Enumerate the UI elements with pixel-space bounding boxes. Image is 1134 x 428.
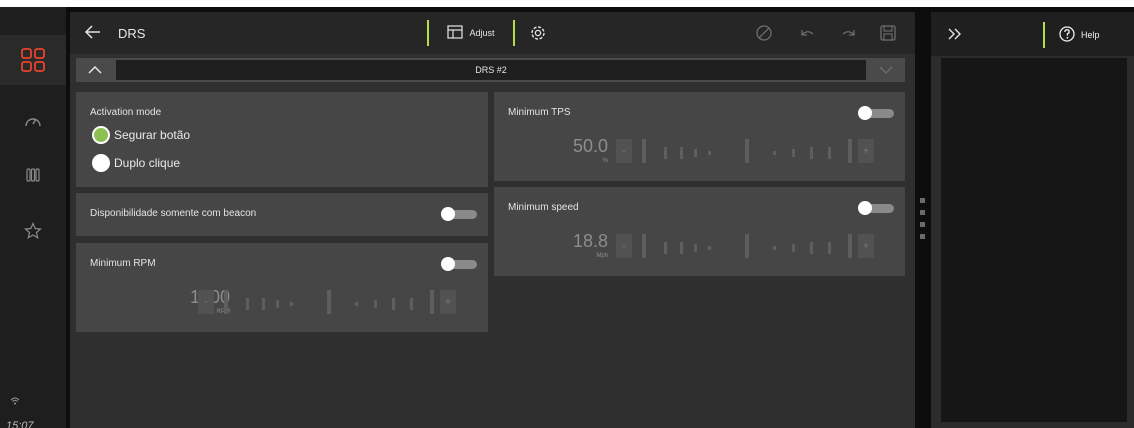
radio-unselected-icon [92,154,110,172]
min-tps-toggle[interactable] [858,106,894,120]
splitter-handle[interactable] [920,210,925,215]
speed-value-text: 18.8 [572,231,608,251]
drs-selector: DRS #2 [76,58,905,82]
splitter-handle[interactable] [920,234,925,239]
speed-plus-button[interactable]: + [858,234,874,258]
top-strip [0,0,1134,7]
beacon-label: Disponibilidade somente com beacon [90,208,257,219]
table-icon [447,25,464,41]
undo-icon[interactable] [798,24,816,42]
app-root: 15:07 DRS Adjust DRS #2 Activation mode … [0,0,1134,428]
help-content-area [941,58,1127,422]
toolbar: DRS Adjust [70,12,915,54]
help-label: Help [1081,30,1100,40]
gauge-icon[interactable] [0,101,66,141]
radio-double-label: Duplo clique [114,156,181,170]
gear-icon[interactable] [528,23,548,43]
min-tps-label: Minimum TPS [508,107,571,118]
radio-selected-icon [92,126,110,144]
back-arrow-icon[interactable] [84,23,102,41]
speed-unit: Mph [596,253,608,259]
disable-icon[interactable] [755,24,773,42]
splitter-handle[interactable] [920,198,925,203]
activation-mode-label: Activation mode [90,107,162,118]
question-circle-icon [1059,26,1075,44]
rpm-plus-button[interactable]: + [440,290,456,314]
double-chevron-right-icon[interactable] [947,26,963,42]
min-tps-card: Minimum TPS 50.0 % - + [494,92,905,181]
min-rpm-toggle[interactable] [441,257,477,271]
adjust-label: Adjust [469,28,495,38]
beacon-card: Disponibilidade somente com beacon [76,193,488,236]
min-speed-card: Minimum speed 18.8 Mph - + [494,187,905,276]
help-button[interactable]: Help [1043,22,1133,48]
tps-unit: % [602,158,608,164]
speed-minus-button[interactable]: - [616,234,632,258]
page-title: DRS [118,26,146,41]
min-rpm-card: Minimum RPM 1000 RPM - + [76,243,488,332]
star-icon[interactable] [0,211,66,251]
activation-mode-card: Activation mode Segurar botão Duplo cliq… [76,92,488,187]
help-panel: Help [931,12,1134,428]
tps-plus-button[interactable]: + [858,139,874,163]
main-panel: DRS Adjust DRS #2 Activation mode Segura… [70,12,915,428]
rpm-minus-button[interactable]: - [198,290,214,314]
drs-select-field[interactable]: DRS #2 [116,60,866,80]
speed-value: 18.8 Mph [534,231,608,261]
radio-double-click[interactable]: Duplo clique [92,154,180,172]
adjust-button[interactable]: Adjust [427,20,515,46]
columns-icon[interactable] [0,155,66,195]
save-icon[interactable] [879,24,897,42]
tps-value: 50.0 % [534,136,608,166]
help-panel-header: Help [931,12,1134,56]
splitter-handle[interactable] [920,222,925,227]
min-rpm-label: Minimum RPM [90,258,156,269]
min-speed-label: Minimum speed [508,202,579,213]
dashboard-grid-icon[interactable] [0,35,66,85]
min-speed-toggle[interactable] [858,201,894,215]
tps-value-text: 50.0 [572,136,608,156]
radio-hold-button[interactable]: Segurar botão [92,126,190,144]
wifi-icon [10,397,20,408]
chevron-up-icon[interactable] [76,58,114,82]
tps-minus-button[interactable]: - [616,139,632,163]
redo-icon[interactable] [840,24,858,42]
radio-hold-label: Segurar botão [114,128,191,142]
beacon-toggle[interactable] [441,207,477,221]
left-rail: 15:07 [0,7,66,428]
status-clock: 15:07 [6,420,34,428]
chevron-down-icon[interactable] [871,58,901,82]
